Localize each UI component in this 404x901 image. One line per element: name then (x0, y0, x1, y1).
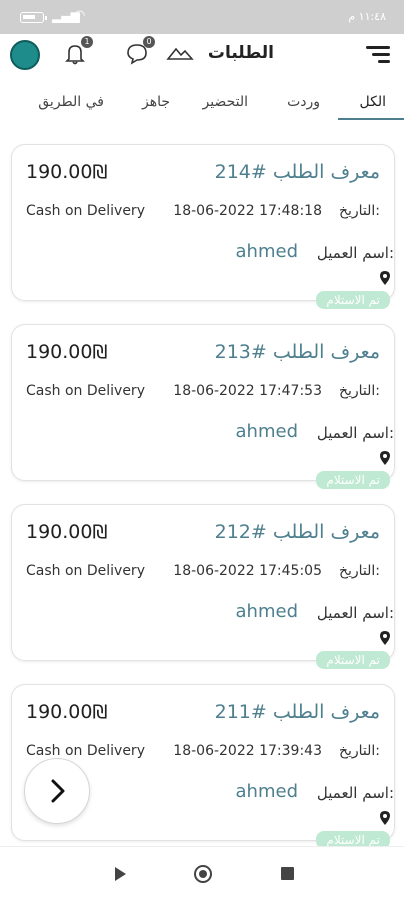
system-nav-bar (0, 846, 404, 901)
notifications-button[interactable]: 1 (60, 36, 93, 68)
customer-label: اسم العميل: (316, 244, 394, 262)
tab-all[interactable]: الكل (360, 94, 387, 110)
tab-on-the-way[interactable]: في الطريق (38, 94, 104, 110)
order-card[interactable]: معرف الطلب #214 190.00₪ التاريخ: 18-06-2… (11, 144, 395, 309)
location-pin-icon (380, 271, 390, 285)
date-label: التاريخ: (338, 383, 380, 399)
customer-label: اسم العميل: (316, 424, 394, 442)
order-card[interactable]: معرف الطلب #213 190.00₪ التاريخ: 18-06-2… (11, 324, 395, 489)
order-tabs: الكل وردت التحضير جاهز في الطريق (0, 92, 404, 122)
customer-name: ahmed (235, 601, 298, 622)
next-button[interactable] (24, 758, 90, 824)
order-price: 190.00₪ (26, 701, 108, 723)
order-date: 18-06-2022 17:45:05 (173, 563, 322, 579)
payment-method: Cash on Delivery (26, 203, 145, 219)
chat-badge: 0 (143, 36, 155, 48)
recent-apps-icon[interactable] (281, 867, 294, 880)
customer-name: ahmed (235, 421, 298, 442)
payment-method: Cash on Delivery (26, 563, 145, 579)
back-icon[interactable] (115, 867, 126, 881)
menu-icon[interactable] (366, 44, 390, 64)
date-label: التاريخ: (338, 203, 380, 219)
customer-name: ahmed (235, 241, 298, 262)
app-bar: 1 0 الطلبات (0, 34, 404, 76)
tab-indicator (338, 118, 404, 120)
notifications-badge: 1 (81, 36, 93, 48)
location-pin-icon (380, 631, 390, 645)
status-bar: ▂▄▆ ◠ ١١:٤٨ م (0, 0, 404, 34)
battery-icon (20, 12, 47, 23)
order-date: 18-06-2022 17:39:43 (173, 743, 322, 759)
payment-method: Cash on Delivery (26, 743, 145, 759)
order-date: 18-06-2022 17:48:18 (173, 203, 322, 219)
order-card[interactable]: معرف الطلب #212 190.00₪ التاريخ: 18-06-2… (11, 504, 395, 669)
order-id: معرف الطلب #213 (214, 341, 380, 363)
date-label: التاريخ: (338, 743, 380, 759)
order-id: معرف الطلب #212 (214, 521, 380, 543)
store-status-button[interactable] (165, 38, 195, 68)
location-pin-icon (380, 451, 390, 465)
order-id: معرف الطلب #214 (214, 161, 380, 183)
mountain-icon (166, 47, 194, 60)
status-badge: تم الاستلام (316, 291, 390, 309)
payment-method: Cash on Delivery (26, 383, 145, 399)
tab-preparing[interactable]: التحضير (202, 94, 248, 110)
chevron-right-icon (51, 779, 65, 803)
status-badge: تم الاستلام (316, 651, 390, 669)
page-title: الطلبات (207, 43, 274, 63)
order-price: 190.00₪ (26, 161, 108, 183)
store-avatar[interactable] (10, 40, 40, 70)
customer-name: ahmed (235, 781, 298, 802)
customer-label: اسم العميل: (316, 784, 394, 802)
customer-label: اسم العميل: (316, 604, 394, 622)
home-icon[interactable] (194, 865, 212, 883)
date-label: التاريخ: (338, 563, 380, 579)
chat-button[interactable]: 0 (122, 36, 155, 68)
tab-received[interactable]: وردت (287, 94, 320, 110)
location-pin-icon (380, 811, 390, 825)
wifi-icon: ◠ (74, 8, 86, 23)
status-time: ١١:٤٨ م (348, 10, 386, 23)
order-price: 190.00₪ (26, 341, 108, 363)
order-price: 190.00₪ (26, 521, 108, 543)
order-date: 18-06-2022 17:47:53 (173, 383, 322, 399)
tab-ready[interactable]: جاهز (142, 94, 170, 110)
order-id: معرف الطلب #211 (214, 701, 380, 723)
status-badge: تم الاستلام (316, 471, 390, 489)
